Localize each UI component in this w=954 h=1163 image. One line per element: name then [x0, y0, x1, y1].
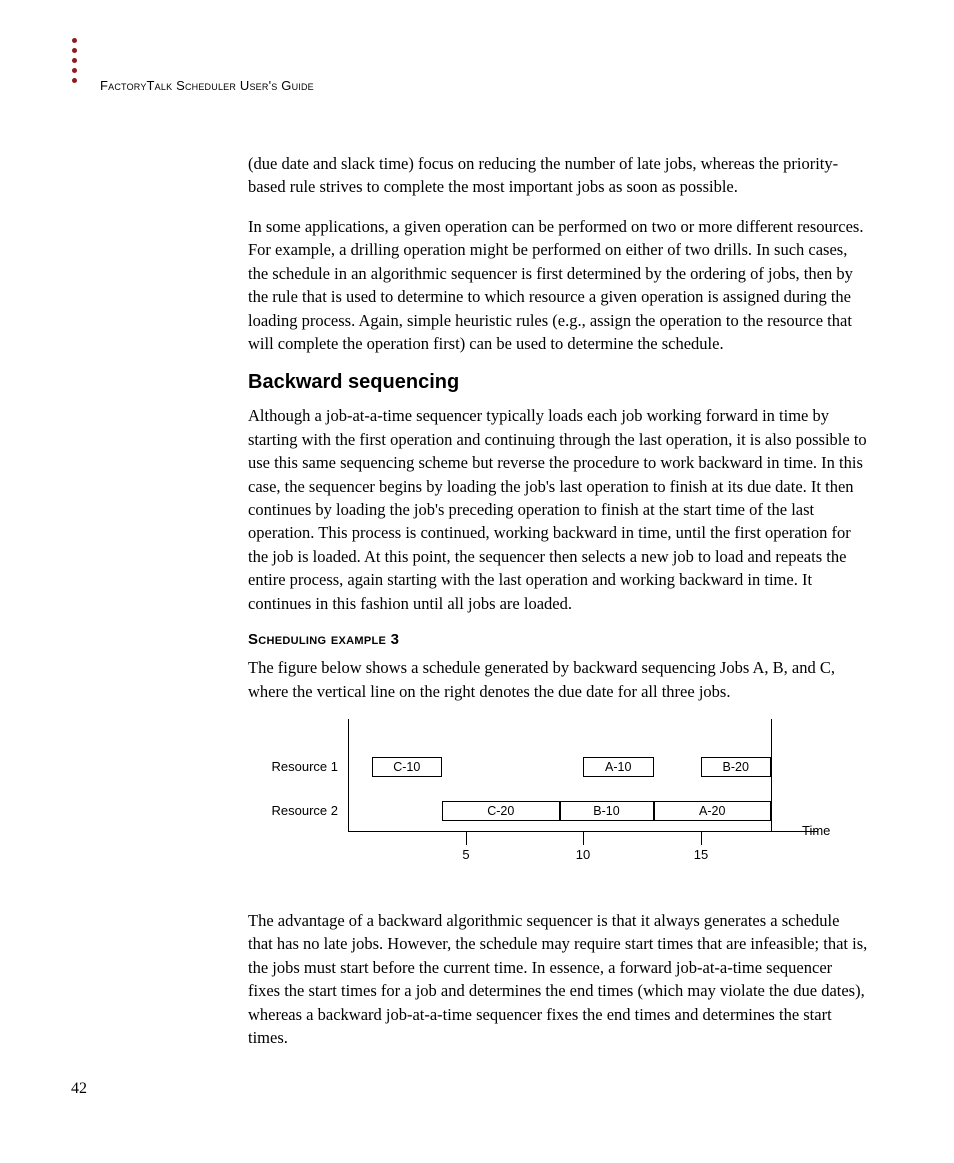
- paragraph: The advantage of a backward algorithmic …: [248, 909, 868, 1050]
- chart-y-label: Resource 2: [248, 803, 338, 818]
- chart-tick-label: 5: [451, 847, 481, 862]
- gantt-operation: A-10: [583, 757, 654, 777]
- chart-tick-label: 10: [568, 847, 598, 862]
- subsection-heading: Scheduling example 3: [248, 631, 868, 648]
- chart-x-label: Time: [802, 823, 830, 838]
- chart-tick: [701, 831, 702, 845]
- running-header: FactoryTalk Scheduler User's Guide: [100, 78, 314, 93]
- paragraph: (due date and slack time) focus on reduc…: [248, 152, 868, 199]
- chart-tick-label: 15: [686, 847, 716, 862]
- chart-y-label: Resource 1: [248, 759, 338, 774]
- running-header-text: FactoryTalk Scheduler User's Guide: [100, 78, 314, 93]
- main-content: (due date and slack time) focus on reduc…: [248, 152, 868, 1066]
- chart-y-axis: [348, 719, 349, 831]
- header-bullets: [72, 38, 77, 83]
- chart-tick: [583, 831, 584, 845]
- bullet-icon: [72, 68, 77, 73]
- gantt-operation: B-10: [560, 801, 654, 821]
- bullet-icon: [72, 78, 77, 83]
- page-number: 42: [71, 1080, 87, 1098]
- gantt-operation: C-10: [372, 757, 443, 777]
- bullet-icon: [72, 38, 77, 43]
- bullet-icon: [72, 48, 77, 53]
- chart-due-date-line: [771, 719, 772, 831]
- gantt-operation: B-20: [701, 757, 772, 777]
- gantt-chart: Resource 1 Resource 2 C-10 A-10 B-20 C-20B-…: [248, 719, 838, 879]
- chart-tick: [466, 831, 467, 845]
- paragraph: Although a job-at-a-time sequencer typic…: [248, 404, 868, 615]
- paragraph: The figure below shows a schedule genera…: [248, 656, 868, 703]
- gantt-operation: C-20: [442, 801, 560, 821]
- bullet-icon: [72, 58, 77, 63]
- gantt-operation: A-20: [654, 801, 772, 821]
- paragraph: In some applications, a given operation …: [248, 215, 868, 356]
- section-heading: Backward sequencing: [248, 371, 868, 394]
